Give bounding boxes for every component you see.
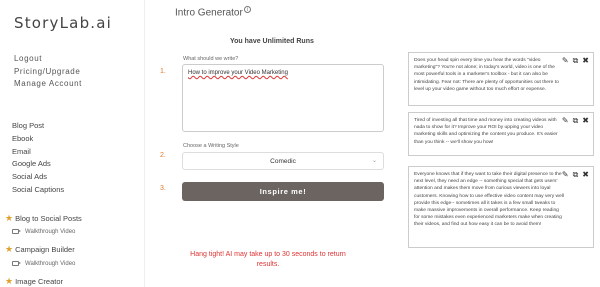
copy-icon[interactable]: ⧉ xyxy=(573,57,579,65)
star-icon: ★ xyxy=(5,213,14,223)
prompt-value: How to improve your Video Marketing xyxy=(188,70,288,76)
walkthrough-label: Walkthrough Video xyxy=(25,261,76,268)
step-number: 3. xyxy=(160,185,166,192)
step-number: 1. xyxy=(160,68,166,75)
walkthrough-label: Walkthrough Video xyxy=(25,229,76,236)
result-text[interactable]: Does your head spin every time you hear … xyxy=(414,57,564,93)
result-card: Does your head spin every time you hear … xyxy=(408,52,594,106)
delete-icon[interactable]: ✖ xyxy=(582,117,589,125)
manage-account-link[interactable]: Manage Account xyxy=(14,78,82,91)
result-actions: ✎ ⧉ ✖ xyxy=(562,117,589,125)
video-camera-icon xyxy=(12,261,21,266)
tool-list: Blog Post Ebook Email Google Ads Social … xyxy=(12,120,64,197)
result-actions: ✎ ⧉ ✖ xyxy=(562,171,589,179)
brand-logo[interactable]: StoryLab.ai xyxy=(14,14,112,32)
delete-icon[interactable]: ✖ xyxy=(582,171,589,179)
account-menu: Logout Pricing/Upgrade Manage Account xyxy=(14,53,82,91)
star-icon: ★ xyxy=(5,276,14,286)
inspire-button[interactable]: Inspire me! xyxy=(182,182,384,201)
tool-email[interactable]: Email xyxy=(12,146,64,159)
page-title-text: Intro Generator xyxy=(175,7,243,19)
tool-google-ads[interactable]: Google Ads xyxy=(12,158,64,171)
writing-style-select[interactable]: Comedic ⌄ xyxy=(182,152,384,170)
tool-social-ads[interactable]: Social Ads xyxy=(12,171,64,184)
star-icon: ★ xyxy=(5,244,14,254)
pricing-upgrade-link[interactable]: Pricing/Upgrade xyxy=(14,66,82,79)
edit-icon[interactable]: ✎ xyxy=(562,117,569,125)
edit-icon[interactable]: ✎ xyxy=(562,57,569,65)
sidebar: StoryLab.ai Logout Pricing/Upgrade Manag… xyxy=(0,0,145,287)
tool-ebook[interactable]: Ebook xyxy=(12,133,64,146)
writing-style-label: Choose a Writing Style xyxy=(183,143,239,149)
runs-status: You have Unlimited Runs xyxy=(230,38,314,45)
result-card: Tired of investing all that time and mon… xyxy=(408,112,594,156)
result-text[interactable]: Everyone knows that if they want to take… xyxy=(414,171,564,229)
prompt-label: What should we write? xyxy=(183,56,239,62)
group-blog-to-social[interactable]: ★ Blog to Social Posts xyxy=(5,213,82,224)
tool-blog-post[interactable]: Blog Post xyxy=(12,120,64,133)
delete-icon[interactable]: ✖ xyxy=(582,57,589,65)
walkthrough-video-link[interactable]: Walkthrough Video xyxy=(12,261,75,267)
step-number: 2. xyxy=(160,152,166,159)
edit-icon[interactable]: ✎ xyxy=(562,171,569,179)
copy-icon[interactable]: ⧉ xyxy=(573,171,579,179)
video-camera-icon xyxy=(12,229,21,234)
result-card: Everyone knows that if they want to take… xyxy=(408,166,594,248)
info-icon[interactable]: i xyxy=(243,6,251,13)
group-label: Blog to Social Posts xyxy=(15,214,82,223)
logout-link[interactable]: Logout xyxy=(14,53,82,66)
group-label: Image Creator xyxy=(15,277,64,286)
result-actions: ✎ ⧉ ✖ xyxy=(562,57,589,65)
copy-icon[interactable]: ⧉ xyxy=(573,117,579,125)
tool-social-captions[interactable]: Social Captions xyxy=(12,184,64,197)
group-label: Campaign Builder xyxy=(15,245,75,254)
chevron-down-icon: ⌄ xyxy=(371,158,377,164)
wait-notice: Hang tight! AI may take up to 30 seconds… xyxy=(190,251,346,268)
walkthrough-video-link[interactable]: Walkthrough Video xyxy=(12,229,75,235)
group-campaign-builder[interactable]: ★ Campaign Builder xyxy=(5,244,75,255)
page-title: Intro Generator i xyxy=(175,6,251,18)
writing-style-value: Comedic xyxy=(270,158,296,165)
result-text[interactable]: Tired of investing all that time and mon… xyxy=(414,117,564,146)
prompt-textarea[interactable]: How to improve your Video Marketing xyxy=(182,64,384,132)
group-image-creator[interactable]: ★ Image Creator xyxy=(5,276,63,287)
